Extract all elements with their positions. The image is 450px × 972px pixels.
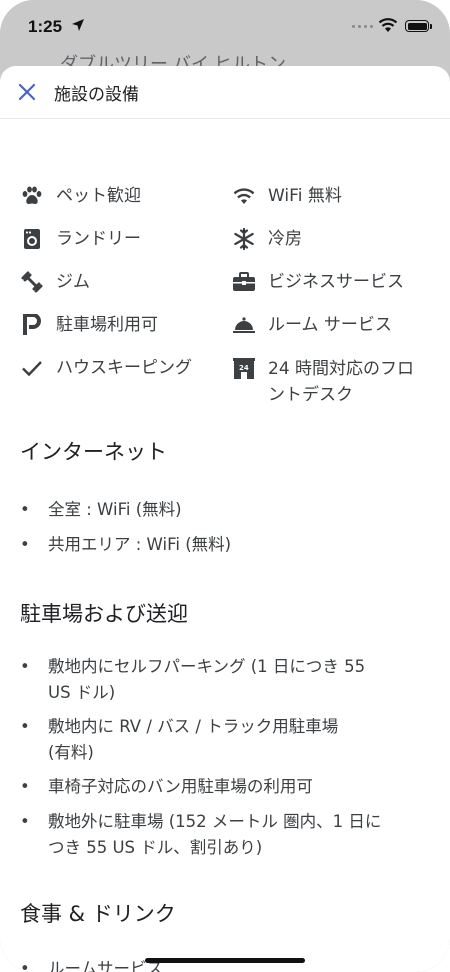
amenity-label: ジム xyxy=(56,272,90,292)
list-item-text: 敷地外に駐車場 (152 メートル 圏内、1 日に つき 55 US ドル、割引あ… xyxy=(48,809,428,861)
status-bar: 1:25 xyxy=(0,0,450,56)
wifi-status-icon xyxy=(378,18,398,32)
battery-tip xyxy=(430,24,432,29)
close-icon[interactable] xyxy=(16,81,38,103)
dumbbell-icon xyxy=(20,271,44,293)
battery-icon xyxy=(405,20,429,32)
list-item-text: 全室 : WiFi (無料) xyxy=(48,500,182,519)
list-item-text: 敷地内に RV / バス / トラック用駐車場 (有料) xyxy=(48,714,428,766)
amenity-label: ペット歓迎 xyxy=(56,186,141,206)
list-item-line: 敷地内に RV / バス / トラック用駐車場 xyxy=(48,717,339,736)
status-time: 1:25 xyxy=(28,17,63,36)
bullet: • xyxy=(20,535,30,554)
sheet-title: 施設の設備 xyxy=(54,85,139,105)
home-indicator[interactable] xyxy=(145,958,305,963)
amenity-label-line2: ントデスク xyxy=(268,385,353,405)
briefcase-icon xyxy=(232,271,256,293)
section-heading-parking: 駐車場および送迎 xyxy=(20,602,188,626)
amenity-label-line1: 24 時間対応のフロ xyxy=(268,359,415,379)
bullet: • xyxy=(20,812,30,831)
list-item-line: (有料) xyxy=(48,743,94,762)
amenity-label: ランドリー xyxy=(56,229,141,249)
svg-text:24: 24 xyxy=(239,364,249,372)
amenity-label: 24 時間対応のフロ ントデスク xyxy=(268,356,414,408)
amenities-sheet: 施設の設備 ペット歓迎 WiFi 無料 ランドリー 冷房 ジム ビジネスサービス… xyxy=(0,66,450,972)
amenity-label: 冷房 xyxy=(268,229,302,249)
signal-dots-icon xyxy=(352,25,373,28)
amenity-label: WiFi 無料 xyxy=(268,186,342,206)
list-item-line: US ドル) xyxy=(48,683,116,702)
list-item-line: 敷地内にセルフパーキング (1 日につき 55 xyxy=(48,657,366,676)
wifi-icon xyxy=(232,185,256,207)
room-service-icon xyxy=(232,314,256,336)
bullet: • xyxy=(20,500,30,519)
phone-screen: 1:25 ダブルツリー バイ ヒルトン 施設の設備 ペット歓迎 WiFi 無料 … xyxy=(0,0,450,972)
parking-icon xyxy=(20,314,44,336)
front-desk-24h-icon: 24 xyxy=(232,357,256,379)
list-item-line: つき 55 US ドル、割引あり) xyxy=(48,838,263,857)
list-item-text: 車椅子対応のバン用駐車場の利用可 xyxy=(48,777,313,796)
checkmark-icon xyxy=(20,357,44,379)
laundry-icon xyxy=(20,228,44,250)
list-item-line: 敷地外に駐車場 (152 メートル 圏内、1 日に xyxy=(48,812,382,831)
amenity-label: ルーム サービス xyxy=(268,315,392,335)
bullet: • xyxy=(20,657,30,676)
location-arrow-icon xyxy=(72,19,84,31)
list-item-text: 敷地内にセルフパーキング (1 日につき 55 US ドル) xyxy=(48,654,428,706)
list-item-text: 共用エリア : WiFi (無料) xyxy=(48,535,232,554)
amenity-label: ハウスキーピング xyxy=(56,358,192,378)
section-heading-food-drink: 食事 & ドリンク xyxy=(20,902,176,926)
bullet: • xyxy=(20,959,30,972)
paw-icon xyxy=(20,185,44,207)
bullet: • xyxy=(20,717,30,736)
bullet: • xyxy=(20,777,30,796)
sheet-header: 施設の設備 xyxy=(0,66,450,119)
amenity-label: ビジネスサービス xyxy=(268,272,404,292)
section-heading-internet: インターネット xyxy=(20,440,167,464)
snowflake-icon xyxy=(232,228,256,250)
amenity-label: 駐車場利用可 xyxy=(56,315,158,335)
